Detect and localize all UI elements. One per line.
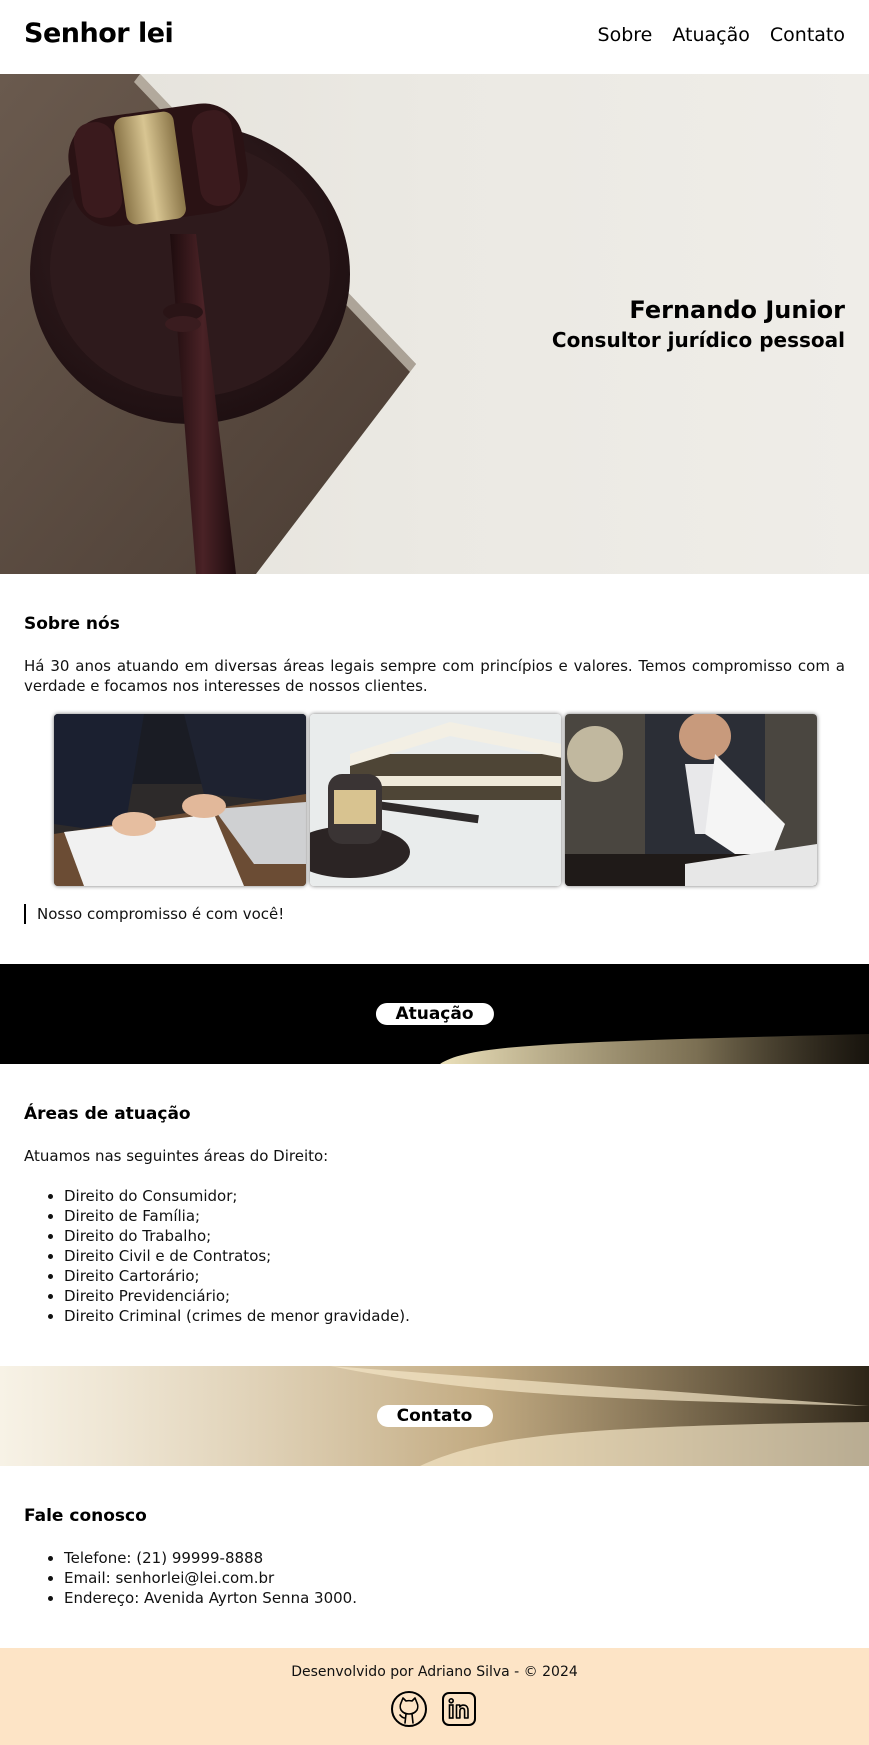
list-item: Direito Criminal (crimes de menor gravid… xyxy=(64,1306,410,1326)
commitment-quote: Nosso compromisso é com você! xyxy=(24,904,284,924)
linkedin-icon[interactable] xyxy=(440,1690,478,1728)
list-item: Direito Previdenciário; xyxy=(64,1286,410,1306)
contact-address: Endereço: Avenida Ayrton Senna 3000. xyxy=(64,1588,357,1608)
list-item: Direito Civil e de Contratos; xyxy=(64,1246,410,1266)
hero-name: Fernando Junior xyxy=(629,296,845,324)
contact-list: Telefone: (21) 99999-8888 Email: senhorl… xyxy=(64,1548,357,1608)
atuacao-banner: Atuação xyxy=(0,964,869,1064)
areas-intro: Atuamos nas seguintes áreas do Direito: xyxy=(24,1147,329,1165)
about-gallery xyxy=(54,714,818,886)
areas-title: Áreas de atuação xyxy=(24,1104,191,1124)
nav-link-atuacao[interactable]: Atuação xyxy=(672,24,750,46)
list-item: Direito do Trabalho; xyxy=(64,1226,410,1246)
hero-subtitle: Consultor jurídico pessoal xyxy=(551,328,845,352)
footer-credit: Desenvolvido por Adriano Silva - © 2024 xyxy=(291,1664,578,1680)
social-links xyxy=(390,1690,478,1728)
main-nav: Sobre Atuação Contato xyxy=(598,24,845,46)
site-header: Senhor lei Sobre Atuação Contato xyxy=(0,0,869,74)
contato-banner: Contato xyxy=(0,1366,869,1466)
areas-list: Direito do Consumidor; Direito de Famíli… xyxy=(64,1186,410,1326)
list-item: Direito de Família; xyxy=(64,1206,410,1226)
gavel-and-books-photo xyxy=(309,714,562,886)
atuacao-banner-label: Atuação xyxy=(375,1003,494,1025)
hero-title-block: Fernando Junior Consultor jurídico pesso… xyxy=(552,296,845,352)
about-title: Sobre nós xyxy=(24,614,120,634)
nav-link-sobre[interactable]: Sobre xyxy=(598,24,653,46)
nav-link-contato[interactable]: Contato xyxy=(770,24,845,46)
lawyer-reading-document-photo xyxy=(565,714,818,886)
contact-title: Fale conosco xyxy=(24,1506,147,1526)
github-icon[interactable] xyxy=(390,1690,428,1728)
site-footer: Desenvolvido por Adriano Silva - © 2024 xyxy=(0,1648,869,1745)
hero-banner: Fernando Junior Consultor jurídico pesso… xyxy=(0,74,869,574)
contato-banner-label: Contato xyxy=(376,1405,493,1427)
contact-phone: Telefone: (21) 99999-8888 xyxy=(64,1548,357,1568)
list-item: Direito Cartorário; xyxy=(64,1266,410,1286)
about-text: Há 30 anos atuando em diversas áreas leg… xyxy=(24,657,845,695)
contact-email[interactable]: Email: senhorlei@lei.com.br xyxy=(64,1568,357,1588)
list-item: Direito do Consumidor; xyxy=(64,1186,410,1206)
signing-contract-photo xyxy=(54,714,306,886)
brand-logo[interactable]: Senhor lei xyxy=(24,18,174,49)
